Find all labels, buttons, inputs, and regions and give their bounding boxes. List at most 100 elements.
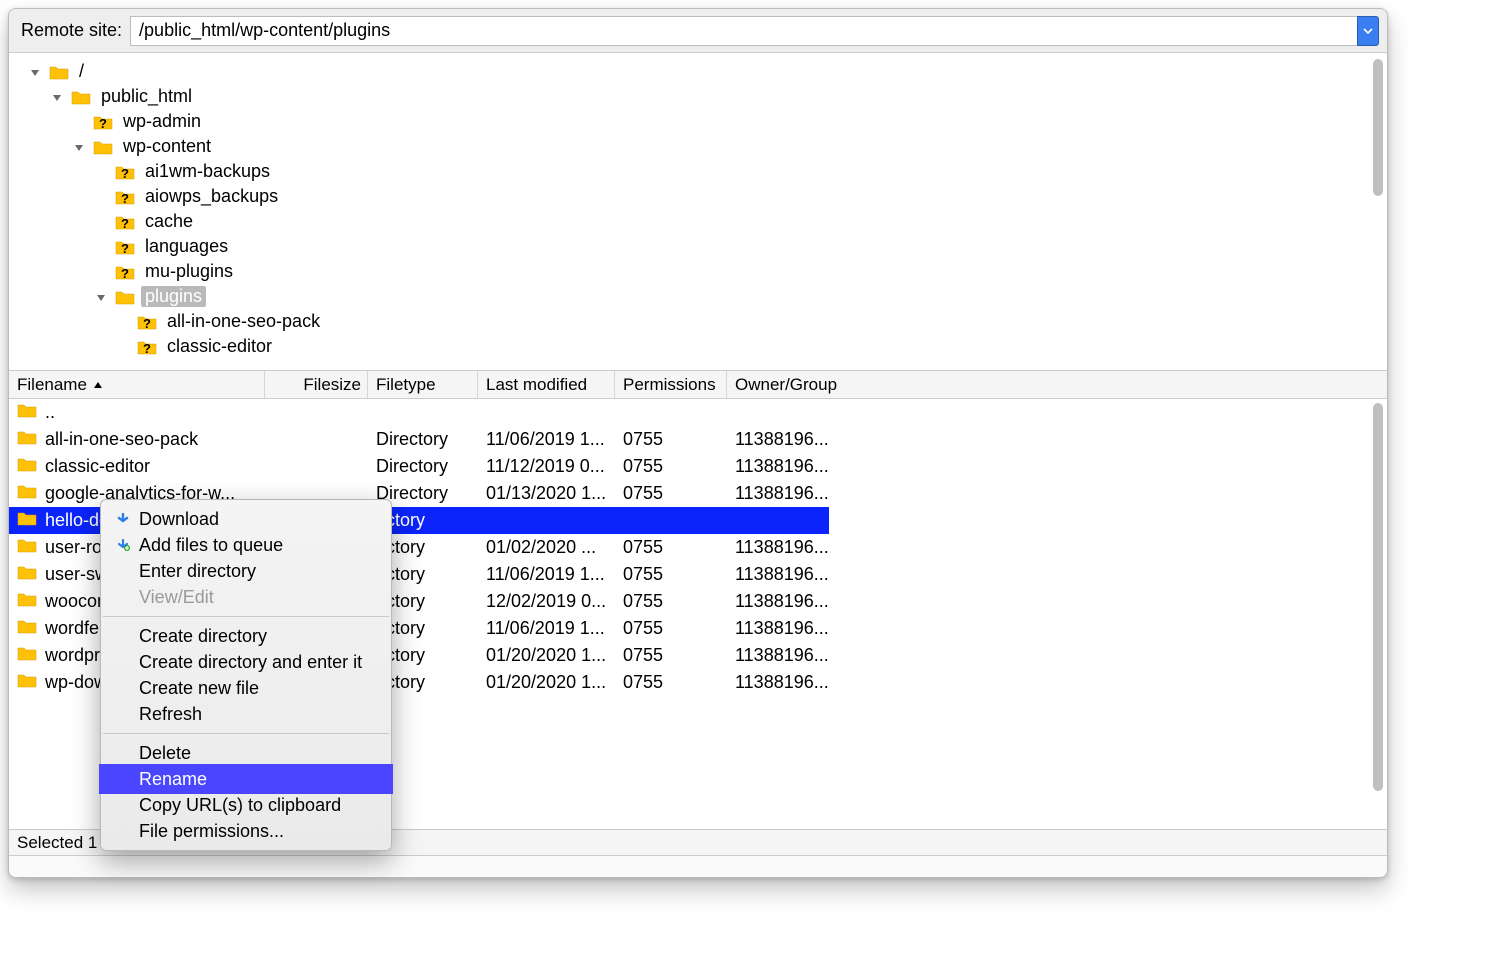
folder-icon xyxy=(17,537,37,558)
ctx-create-directory[interactable]: Create directory xyxy=(101,623,391,649)
sort-asc-icon xyxy=(93,375,103,395)
tree-node[interactable]: / xyxy=(13,59,1383,84)
folder-icon xyxy=(17,672,37,693)
cell-last-modified: 01/20/2020 1... xyxy=(478,672,615,693)
column-permissions[interactable]: Permissions xyxy=(615,371,727,398)
tree-node[interactable]: aiowps_backups xyxy=(13,184,1383,209)
ctx-rename[interactable]: Rename xyxy=(101,766,391,792)
folder-unknown-icon xyxy=(115,239,135,255)
ctx-enter-directory[interactable]: Enter directory xyxy=(101,558,391,584)
remote-site-input[interactable] xyxy=(130,16,1357,46)
ctx-separator xyxy=(103,733,389,734)
column-last-modified[interactable]: Last modified xyxy=(478,371,615,398)
tree-node-label: ai1wm-backups xyxy=(141,161,274,182)
add-to-queue-icon xyxy=(115,539,131,552)
cell-filename: classic-editor xyxy=(9,456,265,477)
bottom-scroll-gutter[interactable] xyxy=(9,855,1387,877)
tree-node-label: aiowps_backups xyxy=(141,186,282,207)
remote-site-label: Remote site: xyxy=(17,20,122,41)
tree-node[interactable]: plugins xyxy=(13,284,1383,309)
tree-node-label: classic-editor xyxy=(163,336,276,357)
column-filename[interactable]: Filename xyxy=(9,371,265,398)
file-list-header[interactable]: Filename Filesize Filetype Last modified… xyxy=(9,371,1387,399)
cell-owner-group: 11388196... xyxy=(727,645,1387,666)
cell-permissions: 0755 xyxy=(615,429,727,450)
tree-node-label: / xyxy=(75,61,88,82)
ctx-file-permissions[interactable]: File permissions... xyxy=(101,818,391,844)
folder-icon xyxy=(17,510,37,531)
folder-icon xyxy=(17,618,37,639)
folder-icon xyxy=(17,402,37,423)
file-row[interactable]: classic-editor Directory11/12/2019 0...07… xyxy=(9,453,1387,480)
folder-unknown-icon xyxy=(137,339,157,355)
tree-node[interactable]: public_html xyxy=(13,84,1383,109)
cell-last-modified: 01/13/2020 1... xyxy=(478,483,615,504)
ctx-add-to-queue[interactable]: Add files to queue xyxy=(101,532,391,558)
tree-node[interactable]: languages xyxy=(13,234,1383,259)
folder-unknown-icon xyxy=(115,189,135,205)
cell-last-modified: 01/02/2020 ... xyxy=(478,537,615,558)
file-row[interactable]: .. xyxy=(9,399,1387,426)
cell-permissions: 0755 xyxy=(615,564,727,585)
disclosure-triangle-icon[interactable] xyxy=(93,291,109,303)
cell-last-modified: 11/06/2019 1... xyxy=(478,618,615,639)
folder-icon xyxy=(17,564,37,585)
folder-unknown-icon xyxy=(115,214,135,230)
ctx-download[interactable]: Download xyxy=(101,506,391,532)
ctx-create-file[interactable]: Create new file xyxy=(101,675,391,701)
cell-filetype: Directory xyxy=(368,456,478,477)
disclosure-triangle-icon[interactable] xyxy=(27,66,43,78)
tree-node-label: public_html xyxy=(97,86,196,107)
tree-node[interactable]: wp-admin xyxy=(13,109,1383,134)
remote-site-combo[interactable] xyxy=(130,16,1379,46)
folder-icon xyxy=(71,89,91,105)
tree-node[interactable]: mu-plugins xyxy=(13,259,1383,284)
disclosure-triangle-icon[interactable] xyxy=(71,141,87,153)
cell-permissions: 0755 xyxy=(615,456,727,477)
cell-filename: .. xyxy=(9,402,265,423)
ctx-copy-urls[interactable]: Copy URL(s) to clipboard xyxy=(101,792,391,818)
cell-last-modified: 01/20/2020 1... xyxy=(478,645,615,666)
tree-scrollbar[interactable] xyxy=(1371,59,1385,364)
cell-owner-group: 11388196... xyxy=(727,564,1387,585)
folder-unknown-icon xyxy=(137,314,157,330)
cell-owner-group: 11388196... xyxy=(727,537,1387,558)
folder-unknown-icon xyxy=(93,114,113,130)
column-owner-group[interactable]: Owner/Group xyxy=(727,371,1387,398)
chevron-down-icon xyxy=(1363,28,1373,34)
folder-icon xyxy=(17,645,37,666)
column-filesize[interactable]: Filesize xyxy=(265,371,368,398)
cell-last-modified: 12/02/2019 0... xyxy=(478,591,615,612)
folder-icon xyxy=(93,139,113,155)
file-list-scrollbar[interactable] xyxy=(1371,403,1385,825)
folder-icon xyxy=(115,289,135,305)
cell-owner-group: 11388196... xyxy=(727,618,1387,639)
disclosure-triangle-icon[interactable] xyxy=(49,91,65,103)
tree-node-label: plugins xyxy=(141,286,206,307)
ctx-separator xyxy=(103,616,389,617)
path-bar: Remote site: xyxy=(9,9,1387,53)
ctx-view-edit: View/Edit xyxy=(101,584,391,610)
ctx-refresh[interactable]: Refresh xyxy=(101,701,391,727)
tree-node[interactable]: all-in-one-seo-pack xyxy=(13,309,1383,334)
folder-icon xyxy=(17,591,37,612)
cell-last-modified: 11/12/2019 0... xyxy=(478,456,615,477)
tree-node[interactable]: cache xyxy=(13,209,1383,234)
ctx-create-directory-enter[interactable]: Create directory and enter it xyxy=(101,649,391,675)
directory-tree[interactable]: / public_htmlwp-adminwp-content ai1wm-back… xyxy=(9,53,1387,371)
ctx-delete[interactable]: Delete xyxy=(101,740,391,766)
tree-node-label: wp-content xyxy=(119,136,215,157)
cell-owner-group: 11388196... xyxy=(727,429,1387,450)
cell-owner-group: 11388196... xyxy=(727,672,1387,693)
cell-filetype: Directory xyxy=(368,429,478,450)
tree-node[interactable]: wp-content xyxy=(13,134,1383,159)
cell-last-modified: 11/06/2019 1... xyxy=(478,564,615,585)
column-filetype[interactable]: Filetype xyxy=(368,371,478,398)
tree-node[interactable]: ai1wm-backups xyxy=(13,159,1383,184)
download-icon xyxy=(115,513,131,525)
remote-site-dropdown-button[interactable] xyxy=(1357,16,1379,46)
context-menu[interactable]: Download Add files to queue Enter direct… xyxy=(100,499,392,851)
file-row[interactable]: all-in-one-seo-packDirectory11/06/2019 1… xyxy=(9,426,1387,453)
cell-permissions: 0755 xyxy=(615,537,727,558)
tree-node[interactable]: classic-editor xyxy=(13,334,1383,359)
